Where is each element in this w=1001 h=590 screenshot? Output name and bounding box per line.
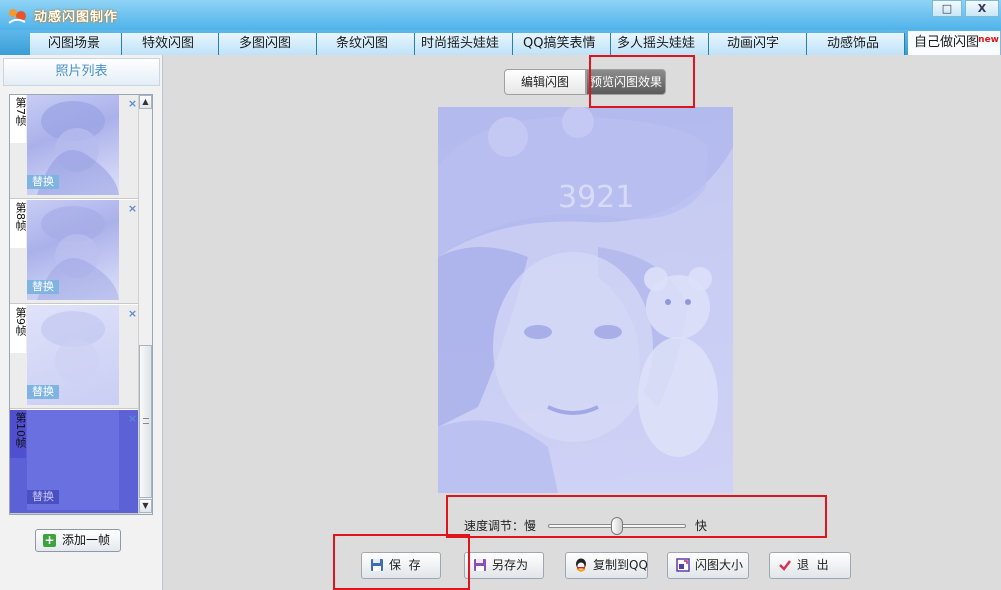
tab-multi-image-flash[interactable]: 多图闪图 <box>219 33 317 55</box>
copy-to-qq-label: 复制到QQ <box>593 558 648 572</box>
frame-label: 第9帧 <box>14 307 27 336</box>
tab-label: 闪图场景 <box>48 36 101 51</box>
floppy-disk-icon <box>371 559 383 571</box>
frame-close-icon[interactable]: × <box>127 413 138 424</box>
photo-list-header: 照片列表 <box>3 58 160 86</box>
tab-flash-scene[interactable]: 闪图场景 <box>30 33 122 55</box>
tab-preview-flash[interactable]: 预览闪图效果 <box>586 69 666 95</box>
photo-list-panel: 照片列表 第7帧 × 替换 第8帧 × 替换 第9帧 × 替换 第10帧 × 替… <box>0 55 163 590</box>
tab-label: 时尚摇头娃娃 <box>421 36 500 51</box>
close-button[interactable]: X <box>965 0 999 17</box>
new-badge: new <box>978 35 999 45</box>
frame-item-10[interactable]: 第10帧 × 替换 <box>10 410 138 514</box>
tab-make-your-own[interactable]: 自己做闪图 new <box>908 31 1001 55</box>
checkmark-icon <box>779 560 791 571</box>
tab-label: 多图闪图 <box>239 36 292 51</box>
copy-to-qq-button[interactable]: 复制到QQ <box>565 552 648 579</box>
speed-label: 速度调节：慢 <box>464 519 537 533</box>
tab-animated-text[interactable]: 动画闪字 <box>709 33 807 55</box>
frame-item-9[interactable]: 第9帧 × 替换 <box>10 305 138 409</box>
speed-slider-handle[interactable] <box>611 517 623 535</box>
main-area: 编辑闪图 预览闪图效果 3921 速度调节：慢 快 保 存 另存为 复制到QQ … <box>164 55 1001 590</box>
add-frame-label: 添加一帧 <box>62 533 111 547</box>
scrollbar-thumb[interactable] <box>139 345 152 498</box>
flash-size-label: 闪图大小 <box>695 558 744 572</box>
app-logo-icon <box>8 9 26 24</box>
tab-bobblehead[interactable]: 时尚摇头娃娃 <box>415 33 513 55</box>
exit-label: 退 出 <box>797 558 829 572</box>
tab-label: 条纹闪图 <box>336 36 389 51</box>
frame-close-icon[interactable]: × <box>127 203 138 214</box>
tab-label: 自己做闪图 <box>914 35 980 50</box>
qq-penguin-icon <box>576 558 586 572</box>
save-as-icon <box>474 559 486 571</box>
save-as-button[interactable]: 另存为 <box>464 552 544 579</box>
preview-photo: 3921 <box>438 107 733 493</box>
add-frame-button[interactable]: + 添加一帧 <box>35 529 121 552</box>
tab-stripe-flash[interactable]: 条纹闪图 <box>317 33 415 55</box>
tab-label: 多人摇头娃娃 <box>617 36 696 51</box>
frame-close-icon[interactable]: × <box>127 308 138 319</box>
tab-multi-bobblehead[interactable]: 多人摇头娃娃 <box>611 33 709 55</box>
save-button[interactable]: 保 存 <box>361 552 441 579</box>
speed-fast-label: 快 <box>695 519 708 533</box>
tab-label: 特效闪图 <box>142 36 195 51</box>
frame-list[interactable]: 第7帧 × 替换 第8帧 × 替换 第9帧 × 替换 第10帧 × 替换 ▲ ▼ <box>9 94 153 515</box>
scroll-up-arrow-icon[interactable]: ▲ <box>139 95 152 109</box>
frame-label: 第7帧 <box>14 97 27 126</box>
category-tab-strip: 闪图场景 特效闪图 多图闪图 条纹闪图 时尚摇头娃娃 QQ搞笑表情 多人摇头娃娃… <box>0 30 1001 55</box>
frame-replace-button[interactable]: 替换 <box>27 385 59 399</box>
exit-button[interactable]: 退 出 <box>769 552 851 579</box>
frame-replace-button[interactable]: 替换 <box>27 490 59 504</box>
preview-image: 3921 <box>438 107 733 493</box>
scrollbar-grip <box>143 418 149 424</box>
tab-qq-funny-emoji[interactable]: QQ搞笑表情 <box>513 33 611 55</box>
frame-replace-button[interactable]: 替换 <box>27 175 59 189</box>
save-as-label: 另存为 <box>492 558 529 572</box>
speed-control: 速度调节：慢 快 <box>464 517 724 535</box>
frame-label: 第8帧 <box>14 202 27 231</box>
scroll-down-arrow-icon[interactable]: ▼ <box>139 499 152 513</box>
frame-close-icon[interactable]: × <box>127 98 138 109</box>
maximize-button[interactable]: □ <box>932 0 962 17</box>
flash-size-button[interactable]: 闪图大小 <box>667 552 749 579</box>
save-label: 保 存 <box>389 558 421 572</box>
title-bar: 动感闪图制作 □ X <box>0 0 1001 30</box>
tab-label: 动画闪字 <box>727 36 780 51</box>
frame-label: 第10帧 <box>14 412 27 448</box>
tab-edit-flash[interactable]: 编辑闪图 <box>504 69 586 95</box>
tab-label: 动感饰品 <box>827 36 880 51</box>
frame-list-scrollbar[interactable]: ▲ ▼ <box>138 95 152 514</box>
tab-effect-flash[interactable]: 特效闪图 <box>122 33 219 55</box>
tab-label: QQ搞笑表情 <box>523 36 596 51</box>
frame-item-8[interactable]: 第8帧 × 替换 <box>10 200 138 304</box>
frame-item-7[interactable]: 第7帧 × 替换 <box>10 95 138 199</box>
app-title: 动感闪图制作 <box>34 10 119 25</box>
frame-replace-button[interactable]: 替换 <box>27 280 59 294</box>
speed-slider[interactable] <box>548 517 686 535</box>
hat-text: 3921 <box>558 180 634 215</box>
plus-icon: + <box>43 533 56 547</box>
resize-icon <box>676 558 690 572</box>
tab-dynamic-decorations[interactable]: 动感饰品 <box>807 33 905 55</box>
